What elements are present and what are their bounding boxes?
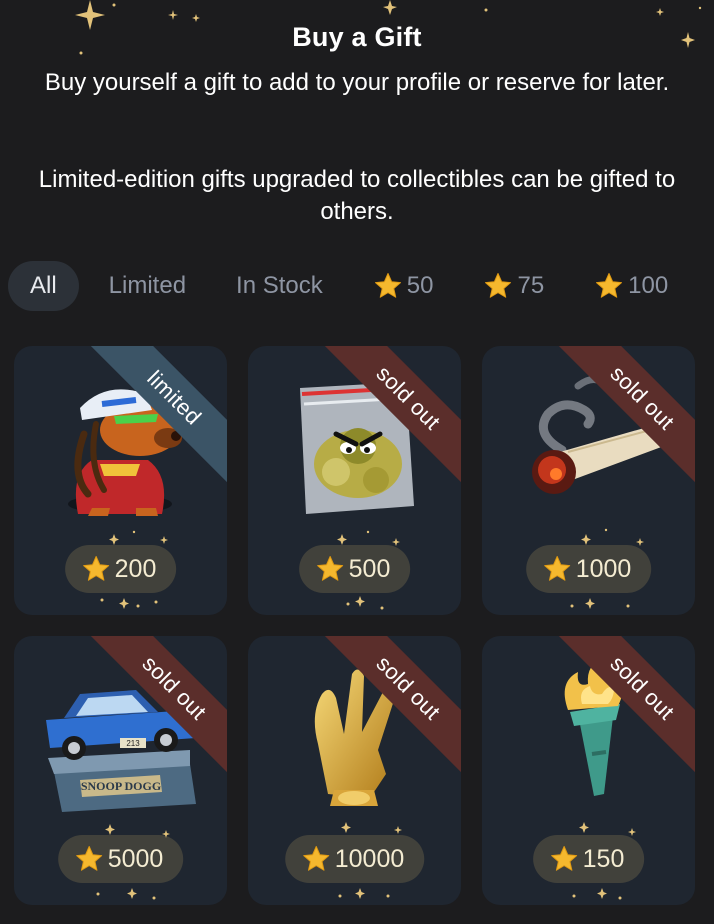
gift-card[interactable]: sold out 10000	[248, 636, 461, 905]
filter-in-stock[interactable]: In Stock	[216, 261, 343, 311]
star-icon	[485, 273, 512, 298]
page-description: Buy yourself a gift to add to your profi…	[44, 69, 670, 96]
price-tag: 500	[298, 545, 411, 593]
sold-out-badge: sold out	[321, 636, 461, 776]
filter-50-stars[interactable]: 50	[353, 261, 454, 311]
sold-out-badge: sold out	[321, 346, 461, 486]
sold-out-badge: sold out	[555, 346, 695, 486]
star-icon	[550, 846, 577, 871]
sold-out-badge: sold out	[87, 636, 227, 776]
price-value: 150	[582, 844, 625, 873]
filter-75-stars[interactable]: 75	[463, 261, 564, 311]
gift-card[interactable]: sold out 500	[248, 346, 461, 615]
star-icon	[82, 556, 109, 581]
star-icon	[596, 273, 623, 298]
price-value: 500	[348, 554, 391, 583]
price-tag: 200	[64, 545, 177, 593]
gift-card[interactable]: limited 200	[14, 346, 227, 615]
price-tag: 1000	[525, 545, 652, 593]
filter-limited[interactable]: Limited	[89, 261, 206, 311]
gift-grid: limited 200 sold out 500 sold out 1000 2…	[14, 346, 704, 905]
star-icon	[316, 556, 343, 581]
page-title: Buy a Gift	[292, 22, 422, 52]
price-value: 200	[114, 554, 157, 583]
filter-100-stars[interactable]: 100	[574, 261, 688, 311]
gift-card[interactable]: sold out 1000	[482, 346, 695, 615]
price-value: 5000	[107, 844, 164, 873]
page-description-secondary: Limited-edition gifts upgraded to collec…	[38, 166, 676, 225]
filter-all[interactable]: All	[8, 261, 79, 311]
sold-out-badge: sold out	[555, 636, 695, 776]
price-tag: 5000	[57, 835, 184, 883]
star-icon	[302, 846, 329, 871]
limited-badge: limited	[87, 346, 227, 486]
star-icon	[543, 556, 570, 581]
star-icon	[374, 273, 401, 298]
star-icon	[75, 846, 102, 871]
gift-card[interactable]: sold out 150	[482, 636, 695, 905]
price-tag: 150	[532, 835, 645, 883]
gift-card[interactable]: 213 SNOOP DOGG sold out 5000	[14, 636, 227, 905]
price-tag: 10000	[284, 835, 425, 883]
price-value: 1000	[575, 554, 632, 583]
price-value: 10000	[334, 844, 405, 873]
filter-bar: All Limited In Stock 50 75 100	[8, 261, 714, 311]
svg-text:SNOOP DOGG: SNOOP DOGG	[81, 779, 161, 793]
